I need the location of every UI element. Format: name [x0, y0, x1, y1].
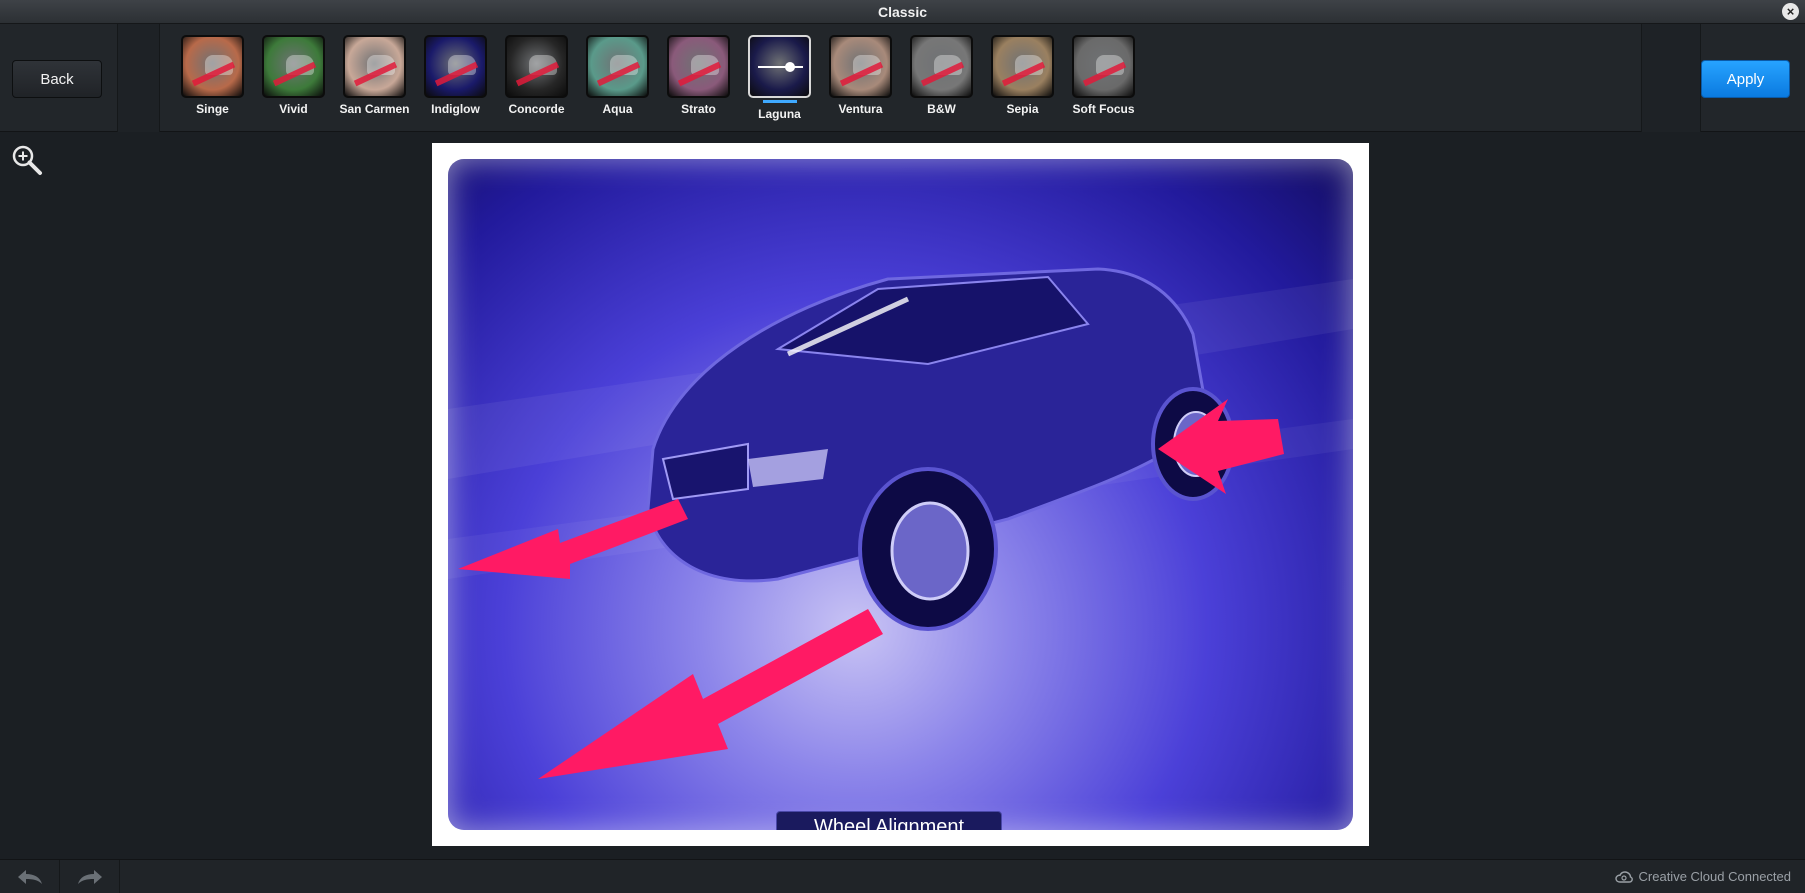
back-button[interactable]: Back — [12, 60, 102, 98]
filter-label: Aqua — [602, 102, 633, 116]
filter-thumbnail — [667, 35, 730, 98]
photo-canvas[interactable]: Wheel Alignment — [432, 143, 1369, 846]
filter-thumbnail — [829, 35, 892, 98]
filter-label: Soft Focus — [1072, 102, 1135, 116]
filter-label: Concorde — [508, 102, 565, 116]
close-icon[interactable]: × — [1782, 3, 1799, 20]
filter-thumbnail — [586, 35, 649, 98]
photo-caption: Wheel Alignment — [776, 811, 1002, 830]
filter-thumbnail — [910, 35, 973, 98]
filter-ventura[interactable]: Ventura — [820, 35, 901, 131]
filter-singe[interactable]: Singe — [172, 35, 253, 131]
filter-label: San Carmen — [339, 102, 410, 116]
filter-label: Vivid — [279, 102, 308, 116]
filter-label: Strato — [681, 102, 716, 116]
filter-indiglow[interactable]: Indiglow — [415, 35, 496, 131]
filter-label: Ventura — [838, 102, 883, 116]
zoom-in-icon[interactable] — [10, 143, 44, 177]
filter-laguna[interactable]: Laguna — [739, 35, 820, 131]
filter-label: Singe — [196, 102, 229, 116]
filter-sepia[interactable]: Sepia — [982, 35, 1063, 131]
filtered-photo: Wheel Alignment — [448, 159, 1353, 830]
filter-toolbar: Back Singe Vivid San Carmen Indiglow Con… — [0, 24, 1805, 132]
filter-thumbnail — [1072, 35, 1135, 98]
intensity-slider-track[interactable] — [758, 66, 803, 68]
filter-thumbnail — [424, 35, 487, 98]
active-filter-indicator — [762, 100, 797, 103]
filter-label: Sepia — [1006, 102, 1039, 116]
toolbar-separator-left — [118, 24, 160, 132]
cloud-status-text: Creative Cloud Connected — [1638, 869, 1791, 884]
filter-thumbnail — [343, 35, 406, 98]
window-title: Classic — [877, 3, 928, 20]
intensity-slider-handle[interactable] — [785, 62, 795, 72]
car-illustration — [448, 267, 1353, 779]
title-bar: Classic × — [0, 0, 1805, 24]
toolbar-separator-right — [1641, 24, 1701, 132]
redo-icon[interactable] — [60, 860, 120, 893]
filter-label: Indiglow — [431, 102, 480, 116]
filter-soft-focus[interactable]: Soft Focus — [1063, 35, 1144, 131]
filter-san-carmen[interactable]: San Carmen — [334, 35, 415, 131]
filter-thumbnail — [505, 35, 568, 98]
status-bar: Creative Cloud Connected — [0, 859, 1805, 893]
undo-icon[interactable] — [0, 860, 60, 893]
filter-aqua[interactable]: Aqua — [577, 35, 658, 131]
filter-strip: Singe Vivid San Carmen Indiglow Concorde… — [172, 35, 1144, 131]
filter-bw[interactable]: B&W — [901, 35, 982, 131]
filter-thumbnail — [262, 35, 325, 98]
filter-concorde[interactable]: Concorde — [496, 35, 577, 131]
creative-cloud-status: Creative Cloud Connected — [1614, 869, 1791, 884]
filter-thumbnail-selected — [748, 35, 811, 98]
filter-vivid[interactable]: Vivid — [253, 35, 334, 131]
filter-thumbnail — [991, 35, 1054, 98]
apply-button[interactable]: Apply — [1701, 60, 1790, 98]
filter-label: Laguna — [758, 107, 801, 121]
filter-label: B&W — [927, 102, 956, 116]
filter-thumbnail — [181, 35, 244, 98]
creative-cloud-icon — [1614, 870, 1633, 883]
filter-strato[interactable]: Strato — [658, 35, 739, 131]
